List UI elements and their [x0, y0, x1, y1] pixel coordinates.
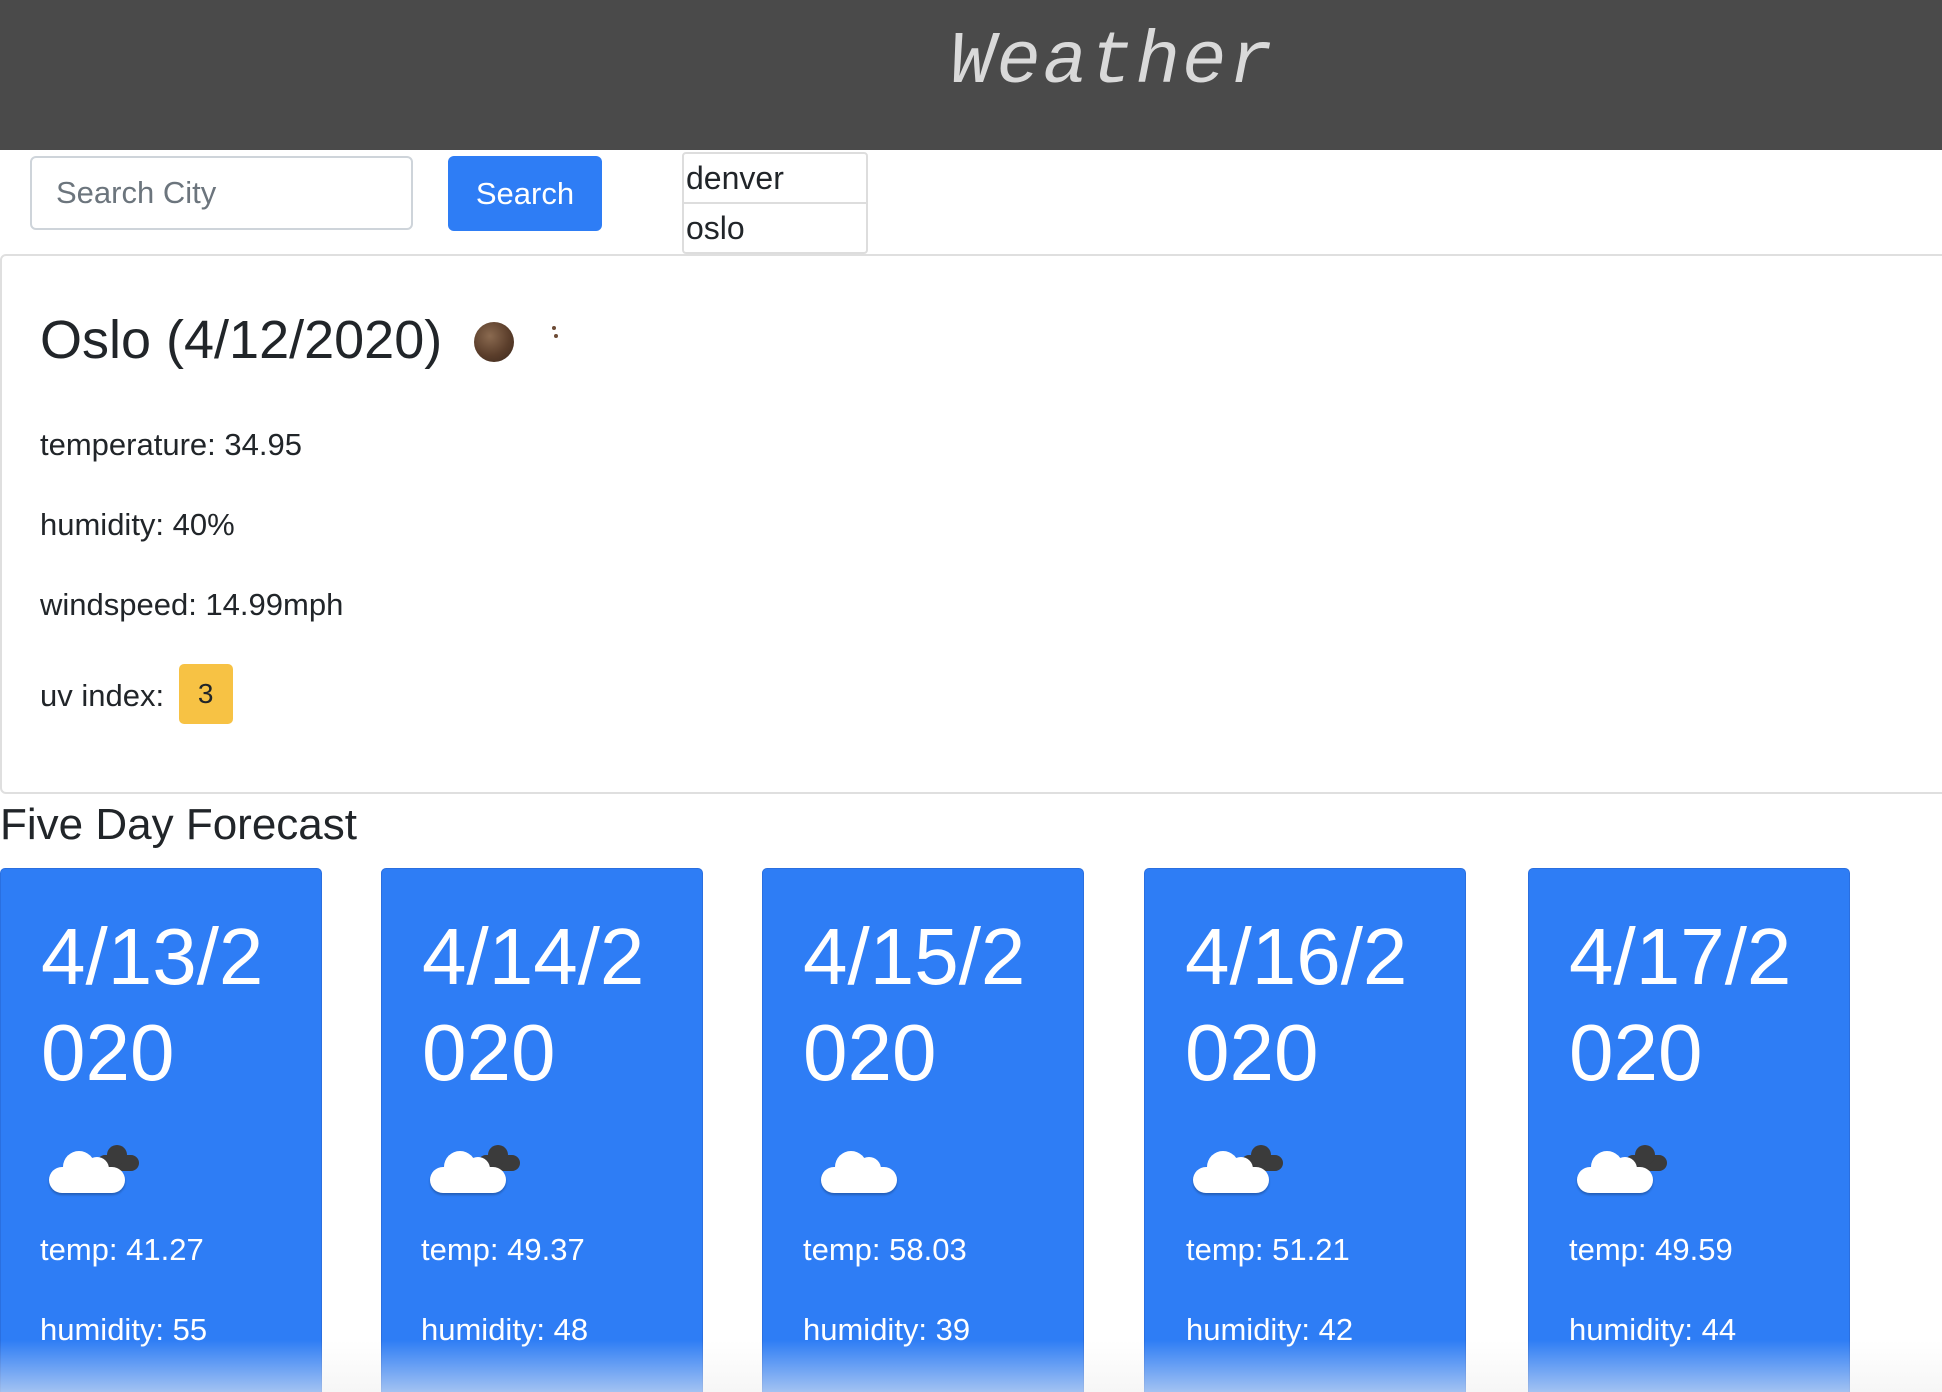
search-history-list: denver oslo — [682, 152, 868, 254]
weather-app: Weather Search denver oslo Oslo (4/12/20… — [0, 0, 1942, 1392]
forecast-date: 4/14/2020 — [422, 912, 645, 1097]
forecast-temp: temp: 49.37 — [421, 1232, 585, 1267]
moon-dust-icon — [548, 326, 558, 342]
forecast-date: 4/17/2020 — [1569, 912, 1792, 1097]
partly-cloudy-icon — [1577, 1145, 1667, 1209]
history-item-oslo[interactable]: oslo — [684, 202, 866, 252]
app-title: Weather — [950, 21, 1275, 105]
forecast-humidity: humidity: 42 — [1186, 1312, 1354, 1347]
current-city-date: Oslo (4/12/2020) — [40, 310, 443, 370]
forecast-temp: temp: 49.59 — [1569, 1232, 1733, 1267]
search-button[interactable]: Search — [448, 156, 602, 231]
current-temperature: temperature: 34.95 — [40, 427, 302, 462]
forecast-humidity: humidity: 39 — [803, 1312, 971, 1347]
current-windspeed: windspeed: 14.99mph — [40, 587, 344, 622]
partly-cloudy-icon — [49, 1145, 139, 1209]
forecast-date: 4/13/2020 — [41, 912, 264, 1097]
forecast-humidity: humidity: 44 — [1569, 1312, 1737, 1347]
history-item-denver[interactable]: denver — [684, 154, 866, 202]
app-header: Weather — [0, 0, 1942, 150]
forecast-temp: temp: 51.21 — [1186, 1232, 1350, 1267]
forecast-date: 4/16/2020 — [1185, 912, 1408, 1097]
current-humidity: humidity: 40% — [40, 507, 235, 542]
partly-cloudy-icon — [430, 1145, 520, 1209]
current-uv-row: uv index: 3 — [40, 664, 233, 728]
forecast-temp: temp: 41.27 — [40, 1232, 204, 1267]
search-city-input[interactable] — [30, 156, 413, 230]
forecast-humidity: humidity: 55 — [40, 1312, 208, 1347]
current-city-title: Oslo (4/12/2020) — [40, 300, 515, 380]
forecast-temp: temp: 58.03 — [803, 1232, 967, 1267]
cloud-icon — [821, 1149, 911, 1209]
uv-index-badge: 3 — [178, 664, 233, 724]
forecast-date: 4/15/2020 — [803, 912, 1026, 1097]
partly-cloudy-icon — [1193, 1145, 1283, 1209]
uv-index-label: uv index: — [40, 678, 165, 714]
forecast-humidity: humidity: 48 — [421, 1312, 589, 1347]
moon-icon — [474, 322, 515, 362]
forecast-heading: Five Day Forecast — [0, 800, 357, 849]
